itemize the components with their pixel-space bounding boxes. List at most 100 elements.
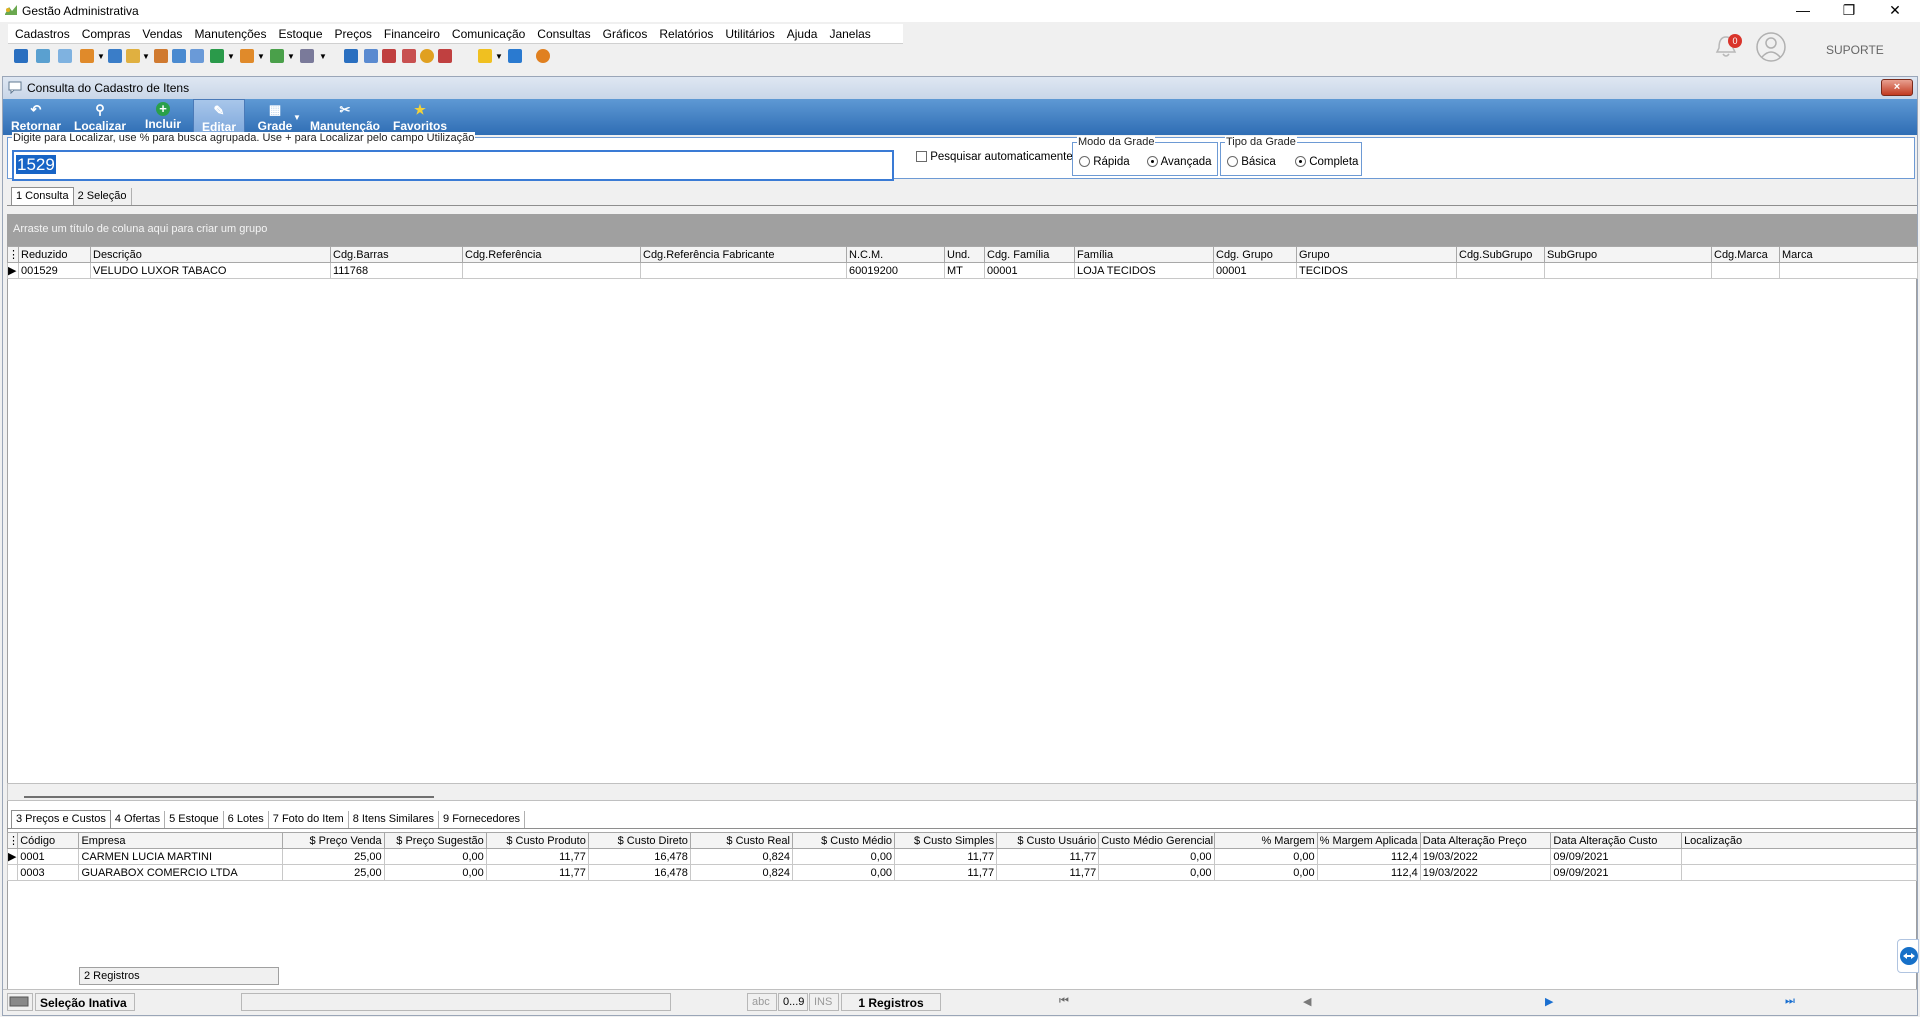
- cell[interactable]: CARMEN LUCIA MARTINI: [78, 848, 283, 865]
- menu-ajuda[interactable]: Ajuda: [780, 24, 823, 41]
- dropdown-arrow-icon[interactable]: ▼: [142, 52, 150, 61]
- col-descricao[interactable]: Descrição: [90, 246, 331, 263]
- cell[interactable]: 11,77: [996, 864, 1100, 881]
- group-by-bar[interactable]: Arraste um título de coluna aqui para cr…: [7, 214, 1917, 246]
- menu-financeiro[interactable]: Financeiro: [377, 24, 445, 41]
- editar-button[interactable]: ✎ Editar: [193, 99, 245, 135]
- radio-circle[interactable]: [1295, 156, 1306, 168]
- cell[interactable]: 25,00: [281, 848, 385, 865]
- checkbox-box[interactable]: [916, 151, 927, 163]
- cell[interactable]: TECIDOS: [1296, 262, 1457, 279]
- col-custo-medio[interactable]: $ Custo Médio: [791, 832, 896, 849]
- manutencao-button[interactable]: ✂ Manutenção: [307, 99, 383, 135]
- dropdown-arrow-icon[interactable]: ▼: [257, 52, 265, 61]
- localizar-button[interactable]: ⚲ Localizar: [69, 99, 131, 135]
- col-custo-medio-gerencial[interactable]: Custo Médio Gerencial: [1098, 832, 1215, 849]
- cell[interactable]: 09/09/2021: [1550, 864, 1683, 881]
- col-preco-sugestao[interactable]: $ Preço Sugestão: [383, 832, 487, 849]
- menu-compras[interactable]: Compras: [75, 24, 136, 41]
- col-data-alt-preco[interactable]: Data Alteração Preço: [1419, 832, 1552, 849]
- cell[interactable]: 00001: [984, 262, 1075, 279]
- cell[interactable]: [1681, 848, 1917, 865]
- dropdown-arrow-icon[interactable]: ▼: [227, 52, 235, 61]
- cell[interactable]: 19/03/2022: [1419, 864, 1552, 881]
- cell[interactable]: 19/03/2022: [1419, 848, 1552, 865]
- col-familia[interactable]: Família: [1074, 246, 1214, 263]
- cell[interactable]: 0,00: [1213, 864, 1318, 881]
- tab-selecao[interactable]: 2 Seleção: [74, 188, 132, 206]
- menu-estoque[interactable]: Estoque: [271, 24, 327, 41]
- user-avatar-icon[interactable]: [1756, 32, 1786, 62]
- search-input[interactable]: 1529: [12, 150, 894, 181]
- tab-itens-similares[interactable]: 8 Itens Similares: [349, 811, 440, 829]
- next-record-icon[interactable]: ▶: [1545, 995, 1553, 1008]
- cell[interactable]: MT: [944, 262, 985, 279]
- dropdown-arrow-icon[interactable]: ▼: [287, 52, 295, 61]
- menu-precos[interactable]: Preços: [328, 24, 377, 41]
- cell[interactable]: [1544, 262, 1712, 279]
- tab-ofertas[interactable]: 4 Ofertas: [111, 811, 166, 829]
- folder-icon[interactable]: [14, 49, 28, 63]
- column-chooser-icon[interactable]: ⋮: [6, 832, 19, 849]
- col-margem-aplicada[interactable]: % Margem Aplicada: [1316, 832, 1421, 849]
- cell[interactable]: 11,77: [894, 864, 998, 881]
- star-icon[interactable]: [478, 49, 492, 63]
- cell[interactable]: [640, 262, 847, 279]
- cell[interactable]: 11,77: [996, 848, 1100, 865]
- cell[interactable]: 60019200: [846, 262, 945, 279]
- clock-icon[interactable]: [420, 49, 434, 63]
- minimize-icon[interactable]: —: [1780, 0, 1826, 22]
- tab-foto-item[interactable]: 7 Foto do Item: [269, 811, 349, 829]
- col-ncm[interactable]: N.C.M.: [846, 246, 945, 263]
- cell[interactable]: 0,00: [1098, 848, 1215, 865]
- person-icon[interactable]: [154, 49, 168, 63]
- calculator-icon[interactable]: [172, 49, 186, 63]
- cell[interactable]: [1456, 262, 1545, 279]
- col-und[interactable]: Und.: [944, 246, 985, 263]
- form-close-button[interactable]: ×: [1881, 79, 1913, 96]
- list-icon[interactable]: [190, 49, 204, 63]
- last-record-icon[interactable]: ⏭: [1785, 995, 1795, 1008]
- menu-janelas[interactable]: Janelas: [822, 24, 875, 41]
- col-data-alt-custo[interactable]: Data Alteração Custo: [1550, 832, 1683, 849]
- cell[interactable]: [1779, 262, 1918, 279]
- horizontal-scrollbar[interactable]: [7, 783, 1917, 801]
- cart-icon[interactable]: [210, 49, 224, 63]
- cell[interactable]: 0,00: [383, 848, 487, 865]
- col-marca[interactable]: Marca: [1779, 246, 1918, 263]
- cell[interactable]: 112,4: [1316, 848, 1421, 865]
- table-row[interactable]: ▶ 0001 CARMEN LUCIA MARTINI 25,00 0,00 1…: [6, 848, 1917, 865]
- col-cdg-grupo[interactable]: Cdg. Grupo: [1213, 246, 1297, 263]
- column-chooser-icon[interactable]: ⋮: [7, 246, 19, 263]
- spreadsheet-icon[interactable]: [344, 49, 358, 63]
- dropdown-arrow-icon[interactable]: ▼: [293, 113, 301, 122]
- cell[interactable]: 00001: [1213, 262, 1297, 279]
- cell[interactable]: 16,478: [587, 864, 691, 881]
- col-cdg-subgrupo[interactable]: Cdg.SubGrupo: [1456, 246, 1545, 263]
- users-icon[interactable]: [36, 49, 50, 63]
- cell[interactable]: 09/09/2021: [1550, 848, 1683, 865]
- radio-circle[interactable]: [1227, 156, 1238, 168]
- cell[interactable]: GUARABOX COMERCIO LTDA: [78, 864, 283, 881]
- favoritos-button[interactable]: ★ Favoritos: [387, 99, 453, 135]
- radio-rapida[interactable]: Rápida: [1079, 156, 1130, 168]
- tab-fornecedores[interactable]: 9 Fornecedores: [439, 811, 526, 829]
- user-name[interactable]: SUPORTE: [1826, 43, 1884, 57]
- cell[interactable]: 001529: [18, 262, 91, 279]
- cell[interactable]: 111768: [330, 262, 463, 279]
- col-custo-real[interactable]: $ Custo Real: [689, 832, 793, 849]
- incluir-button[interactable]: + Incluir: [135, 99, 191, 135]
- col-cdg-barras[interactable]: Cdg.Barras: [330, 246, 463, 263]
- prev-record-icon[interactable]: ◀: [1303, 995, 1311, 1008]
- report-icon[interactable]: [438, 49, 452, 63]
- tag-icon[interactable]: [240, 49, 254, 63]
- cell[interactable]: 0,00: [791, 848, 896, 865]
- col-empresa[interactable]: Empresa: [78, 832, 283, 849]
- table-row[interactable]: ▶ 001529 VELUDO LUXOR TABACO 111768 6001…: [7, 262, 1918, 279]
- col-codigo[interactable]: Código: [17, 832, 80, 849]
- tab-lotes[interactable]: 6 Lotes: [224, 811, 269, 829]
- menu-consultas[interactable]: Consultas: [530, 24, 595, 41]
- cell[interactable]: 112,4: [1316, 864, 1421, 881]
- box-icon[interactable]: [126, 49, 140, 63]
- tab-estoque[interactable]: 5 Estoque: [165, 811, 224, 829]
